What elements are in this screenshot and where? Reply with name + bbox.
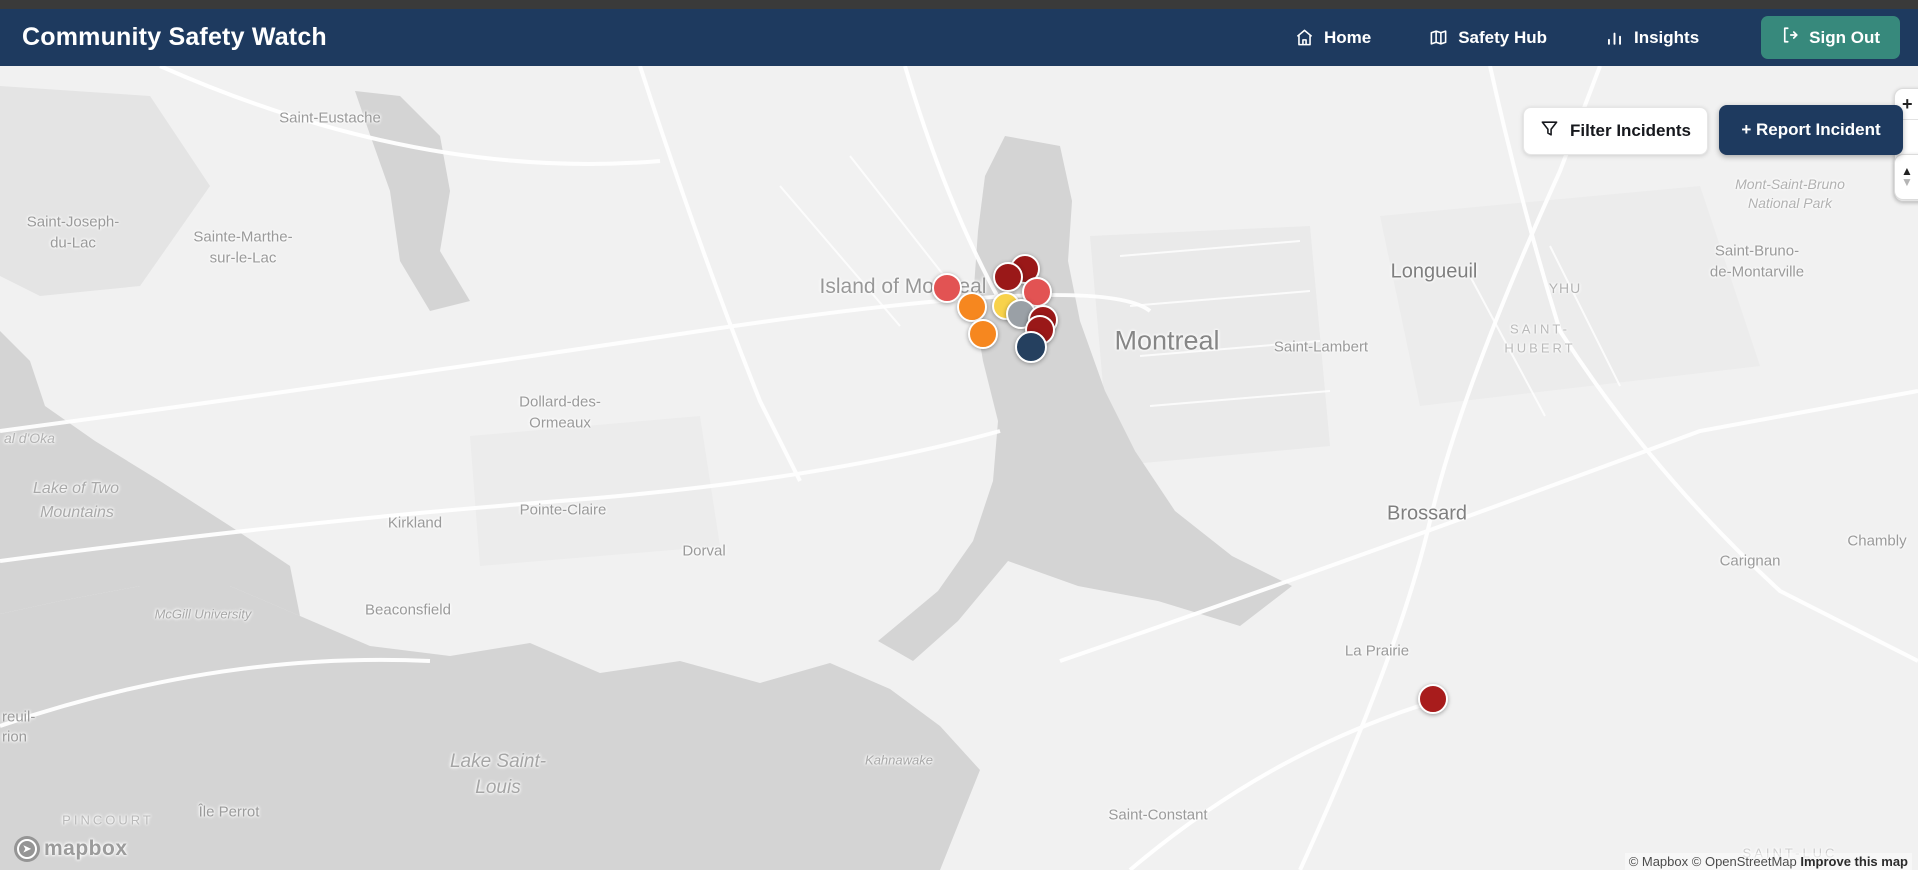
mapbox-wordmark: mapbox [44,837,128,860]
nav-item-insights[interactable]: Insights [1605,28,1699,48]
filter-incidents-label: Filter Incidents [1570,121,1691,140]
nav-label-safety-hub: Safety Hub [1458,27,1547,47]
mapbox-logo[interactable]: ➤ mapbox [14,836,128,862]
filter-incidents-button[interactable]: Filter Incidents [1523,107,1708,155]
home-icon [1295,28,1314,47]
mapbox-logo-icon: ➤ [14,836,40,862]
basemap [0,66,1918,870]
main-nav: Home Safety Hub Insights Sign Out [1295,16,1900,59]
attribution-improve-link[interactable]: Improve this map [1800,854,1908,869]
incident-marker[interactable] [1417,683,1448,714]
incident-marker[interactable] [967,318,998,349]
mapbox-compass-glyph: ➤ [17,839,37,859]
sign-out-label: Sign Out [1809,27,1880,47]
nav-label-insights: Insights [1634,27,1700,47]
map-canvas[interactable]: Saint-Eustache Saint-Joseph-du-Lac Sainte-… [0,66,1918,870]
nav-item-home[interactable]: Home [1295,28,1371,48]
map-icon [1429,28,1448,47]
incident-marker[interactable] [992,261,1023,292]
app-title: Community Safety Watch [22,23,327,51]
report-incident-button[interactable]: + Report Incident [1719,105,1903,155]
attribution-mapbox-link[interactable]: © Mapbox [1629,854,1688,869]
incident-marker[interactable] [931,272,962,303]
nav-item-safety-hub[interactable]: Safety Hub [1429,28,1547,48]
app-window: Community Safety Watch Home Safety Hub I… [0,0,1918,870]
attribution-osm-link[interactable]: © OpenStreetMap [1692,854,1797,869]
logout-icon [1781,26,1799,49]
app-header: Community Safety Watch Home Safety Hub I… [0,9,1918,66]
bar-chart-icon [1605,28,1624,47]
window-top-strip [0,0,1918,9]
map-attribution: © Mapbox © OpenStreetMap Improve this ma… [1624,853,1912,870]
sign-out-button[interactable]: Sign Out [1761,16,1900,59]
incident-marker[interactable] [1014,330,1047,363]
compass-down-icon: ▼ [1901,175,1913,189]
incident-marker[interactable] [956,291,987,322]
map-compass-control[interactable]: ▲ ▼ [1894,154,1918,200]
funnel-icon [1540,119,1559,143]
report-incident-label: + Report Incident [1741,120,1881,139]
nav-label-home: Home [1323,27,1372,47]
